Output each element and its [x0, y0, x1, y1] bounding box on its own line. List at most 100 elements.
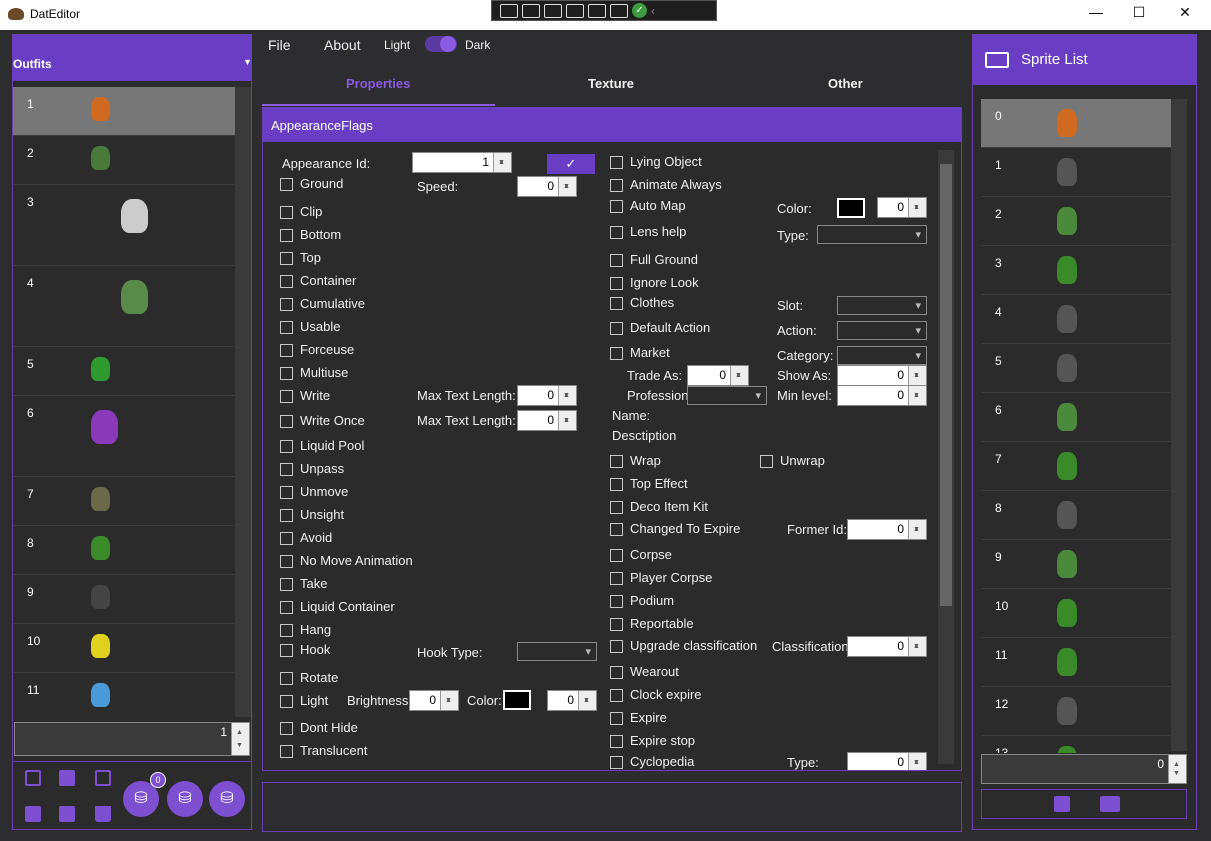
outfit-list-item[interactable]: 9 [13, 575, 235, 624]
close-button[interactable]: ✕ [1170, 4, 1200, 24]
light-color-stepper-arrows[interactable] [578, 691, 596, 710]
export-database-button[interactable]: ⛁ [167, 781, 203, 817]
chevron-left-icon[interactable]: ‹ [651, 4, 655, 18]
flag-dont-hide-checkbox[interactable] [280, 722, 293, 735]
former-id-stepper-arrows[interactable] [908, 520, 926, 539]
outfit-list-item[interactable]: 11 [13, 673, 235, 719]
apply-button[interactable]: ✓ [547, 154, 595, 174]
outfit-list[interactable]: 1 2 3 4 5 6 7 8 9 10 11 [13, 87, 235, 719]
sprite-list-item[interactable]: 4 [981, 295, 1171, 344]
flag-unsight-checkbox[interactable] [280, 509, 293, 522]
flag-write-once-checkbox[interactable] [280, 415, 293, 428]
sprite-list-item[interactable]: 3 [981, 246, 1171, 295]
flag-default-action-checkbox[interactable] [610, 322, 623, 335]
sprite-list-item[interactable]: 2 [981, 197, 1171, 246]
speed-stepper-arrows[interactable] [558, 177, 576, 196]
action-select[interactable] [837, 321, 927, 340]
flag-hook-checkbox[interactable] [280, 644, 293, 657]
flag-auto-map-checkbox[interactable] [610, 200, 623, 213]
speed-stepper[interactable]: 0 [517, 176, 577, 197]
show-as-stepper-arrows[interactable] [908, 366, 926, 385]
show-as-stepper[interactable]: 0 [837, 365, 927, 386]
type-select[interactable] [817, 225, 927, 244]
sprite-list-item[interactable]: 11 [981, 638, 1171, 687]
flag-liquid-pool-checkbox[interactable] [280, 440, 293, 453]
auto-map-color-stepper-arrows[interactable] [908, 198, 926, 217]
flag-unmove-checkbox[interactable] [280, 486, 293, 499]
flag-expire-checkbox[interactable] [610, 712, 623, 725]
appearance-id-stepper-arrows[interactable] [493, 153, 511, 172]
bottom-type-stepper-arrows[interactable] [908, 753, 926, 770]
flag-clip-checkbox[interactable] [280, 206, 293, 219]
flag-wearout-checkbox[interactable] [610, 666, 623, 679]
flag-market-checkbox[interactable] [610, 347, 623, 360]
classification-stepper[interactable]: 0 [847, 636, 927, 657]
max-text-length-stepper-1-arrows[interactable] [558, 386, 576, 405]
trade-as-stepper-arrows[interactable] [730, 366, 748, 385]
tab-texture[interactable]: Texture [588, 76, 634, 91]
max-text-length-stepper-1[interactable]: 0 [517, 385, 577, 406]
flag-clothes-checkbox[interactable] [610, 297, 623, 310]
sprite-list-item[interactable]: 8 [981, 491, 1171, 540]
light-color-stepper[interactable]: 0 [547, 690, 597, 711]
sprite-list-scrollbar[interactable] [1171, 99, 1187, 751]
light-color-swatch[interactable] [503, 690, 531, 710]
settings-icon[interactable] [610, 3, 628, 18]
outfit-list-item[interactable]: 7 [13, 477, 235, 526]
classification-stepper-arrows[interactable] [908, 637, 926, 656]
trade-as-stepper[interactable]: 0 [687, 365, 749, 386]
tab-other[interactable]: Other [828, 76, 863, 91]
flag-cumulative-checkbox[interactable] [280, 298, 293, 311]
flag-forceuse-checkbox[interactable] [280, 344, 293, 357]
sprite-list-item[interactable]: 12 [981, 687, 1171, 736]
outfit-list-scrollbar[interactable] [235, 87, 251, 717]
max-text-length-stepper-2[interactable]: 0 [517, 410, 577, 431]
flag-write-checkbox[interactable] [280, 390, 293, 403]
outfit-list-item[interactable]: 1 [13, 87, 235, 136]
flag-ignore-look-checkbox[interactable] [610, 277, 623, 290]
new-file-icon[interactable] [59, 806, 75, 822]
outfit-list-item[interactable]: 8 [13, 526, 235, 575]
profession-select[interactable] [687, 386, 767, 405]
flag-bottom-checkbox[interactable] [280, 229, 293, 242]
outfit-list-item[interactable]: 3 [13, 185, 235, 266]
sprite-list-item[interactable]: 1 [981, 148, 1171, 197]
flag-podium-checkbox[interactable] [610, 595, 623, 608]
sprite-list-item[interactable]: 5 [981, 344, 1171, 393]
flag-container-checkbox[interactable] [280, 275, 293, 288]
screen-capture-icon[interactable] [588, 3, 606, 18]
outfit-list-item[interactable]: 5 [13, 347, 235, 396]
save-icon[interactable] [25, 806, 41, 822]
category-select[interactable]: Outfits ▼ [13, 35, 252, 81]
paste-icon[interactable] [59, 770, 75, 786]
flag-lying-object-checkbox[interactable] [610, 156, 623, 169]
flag-avoid-checkbox[interactable] [280, 532, 293, 545]
flag-lens-help-checkbox[interactable] [610, 226, 623, 239]
pointer-icon[interactable] [544, 3, 562, 18]
former-id-stepper[interactable]: 0 [847, 519, 927, 540]
flag-usable-checkbox[interactable] [280, 321, 293, 334]
flag-changed-to-expire-checkbox[interactable] [610, 523, 623, 536]
outfit-list-item[interactable]: 6 [13, 396, 235, 477]
menu-file[interactable]: File [268, 37, 291, 53]
flag-corpse-checkbox[interactable] [610, 549, 623, 562]
category-select[interactable] [837, 346, 927, 365]
theme-toggle[interactable] [425, 36, 457, 52]
flag-wrap-checkbox[interactable] [610, 455, 623, 468]
sprite-list-item[interactable]: 9 [981, 540, 1171, 589]
flag-full-ground-checkbox[interactable] [610, 254, 623, 267]
import-sprite-icon[interactable] [1054, 796, 1070, 812]
outfit-list-item[interactable]: 2 [13, 136, 235, 185]
video-icon[interactable] [522, 3, 540, 18]
sprite-list-item[interactable]: 10 [981, 589, 1171, 638]
tab-properties[interactable]: Properties [346, 76, 410, 91]
import-database-button[interactable]: ⛁ [209, 781, 245, 817]
window-capture-icon[interactable] [566, 3, 584, 18]
sprite-list-item[interactable]: 6 [981, 393, 1171, 442]
sprite-list-item[interactable]: 7 [981, 442, 1171, 491]
outfit-count-stepper[interactable]: 1 [14, 722, 250, 756]
brightness-stepper-arrows[interactable] [440, 691, 458, 710]
flag-take-checkbox[interactable] [280, 578, 293, 591]
region-capture-icon[interactable] [500, 3, 518, 18]
flag-clock-expire-checkbox[interactable] [610, 689, 623, 702]
